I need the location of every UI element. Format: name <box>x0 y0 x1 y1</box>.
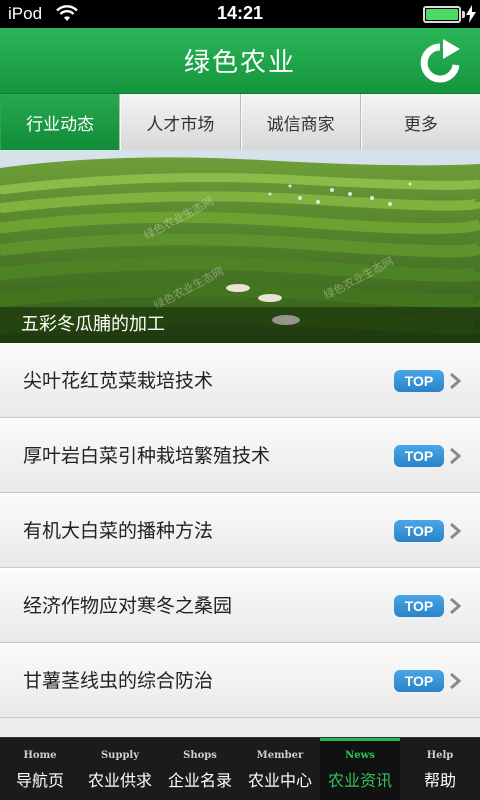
battery-icon <box>423 6 461 23</box>
chevron-right-icon <box>450 672 461 690</box>
category-tabs: 行业动态 人才市场 诚信商家 更多 <box>0 94 480 150</box>
nav-en-label: Help <box>426 750 454 761</box>
nav-news[interactable]: News 农业资讯 <box>320 738 400 800</box>
refresh-icon <box>420 39 460 83</box>
bottom-navigation: Home 导航页 Supply 农业供求 Shops 企业名录 Member 农… <box>0 737 480 800</box>
nav-cn-label: 企业名录 <box>167 771 232 790</box>
article-list: 尖叶花红苋菜栽培技术 TOP 厚叶岩白菜引种栽培繁殖技术 TOP 有机大白菜的播… <box>0 343 480 737</box>
top-badge: TOP <box>394 520 444 542</box>
list-item[interactable]: 甘薯茎线虫的综合防治 TOP <box>0 643 480 718</box>
nav-cn-label: 农业资讯 <box>327 771 392 790</box>
nav-en-label: Member <box>256 750 304 761</box>
tab-more[interactable]: 更多 <box>360 94 480 150</box>
tab-talent-market[interactable]: 人才市场 <box>120 94 241 150</box>
app-header: 绿色农业 <box>0 28 480 94</box>
page-title: 绿色农业 <box>183 48 296 78</box>
chevron-right-icon <box>450 522 461 540</box>
status-bar: iPod 14:21 <box>0 0 480 28</box>
nav-cn-label: 农业中心 <box>247 771 312 790</box>
nav-home[interactable]: Home 导航页 <box>0 738 80 800</box>
chevron-right-icon <box>450 597 461 615</box>
charging-bolt-icon <box>466 5 476 27</box>
list-item[interactable]: 尖叶花红苋菜栽培技术 TOP <box>0 343 480 418</box>
banner-caption: 五彩冬瓜脯的加工 <box>0 307 480 343</box>
list-item[interactable]: 经济作物应对寒冬之桑园 TOP <box>0 568 480 643</box>
nav-en-label: Home <box>23 750 57 761</box>
nav-en-label: Shops <box>183 750 217 761</box>
nav-en-label: News <box>345 750 375 761</box>
nav-en-label: Supply <box>100 750 140 761</box>
article-title: 厚叶岩白菜引种栽培繁殖技术 <box>23 445 271 467</box>
clock: 14:21 <box>216 3 264 23</box>
nav-cn-label: 帮助 <box>423 771 456 790</box>
featured-banner[interactable]: 绿色农业生态网 绿色农业生态网 绿色农业生态网 五彩冬瓜脯的加工 <box>0 150 480 343</box>
refresh-button[interactable] <box>416 39 464 85</box>
chevron-right-icon <box>450 447 461 465</box>
article-title: 有机大白菜的播种方法 <box>23 520 214 542</box>
nav-member[interactable]: Member 农业中心 <box>240 738 320 800</box>
top-badge: TOP <box>394 595 444 617</box>
article-title: 甘薯茎线虫的综合防治 <box>23 670 214 692</box>
nav-help[interactable]: Help 帮助 <box>400 738 480 800</box>
tab-trusted-merchants[interactable]: 诚信商家 <box>240 94 361 150</box>
chevron-right-icon <box>450 372 461 390</box>
nav-supply[interactable]: Supply 农业供求 <box>80 738 160 800</box>
nav-shops[interactable]: Shops 企业名录 <box>160 738 240 800</box>
tab-industry-news[interactable]: 行业动态 <box>0 94 121 150</box>
nav-cn-label: 导航页 <box>15 771 64 790</box>
top-badge: TOP <box>394 445 444 467</box>
battery-tip <box>462 11 465 18</box>
nav-cn-label: 农业供求 <box>87 771 152 790</box>
article-title: 尖叶花红苋菜栽培技术 <box>23 370 214 392</box>
top-badge: TOP <box>394 670 444 692</box>
article-title: 经济作物应对寒冬之桑园 <box>23 595 233 617</box>
list-item[interactable]: 厚叶岩白菜引种栽培繁殖技术 TOP <box>0 418 480 493</box>
top-badge: TOP <box>394 370 444 392</box>
list-item[interactable]: 有机大白菜的播种方法 TOP <box>0 493 480 568</box>
